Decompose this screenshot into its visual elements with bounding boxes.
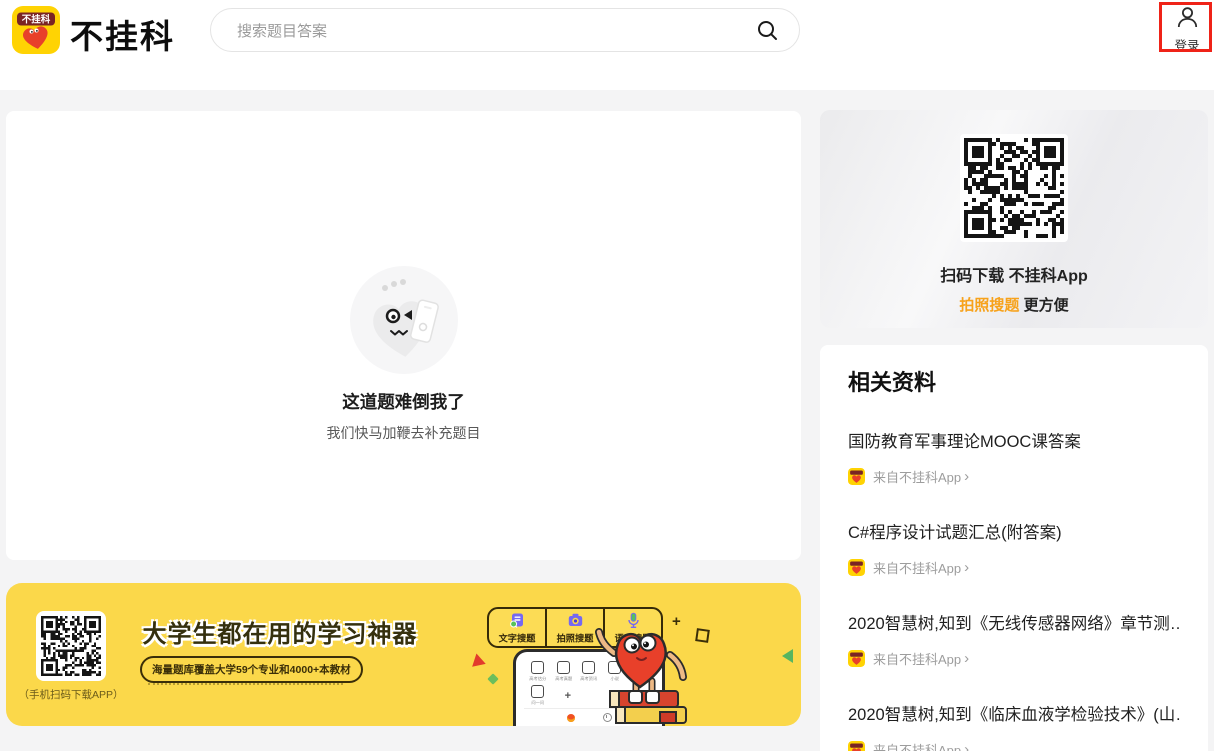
source-link[interactable]: 来自不挂科App › [848, 649, 1180, 668]
add-icon: + [565, 690, 571, 702]
related-item-link[interactable]: 2020智慧树,知到《临床血液学检验技术》(山… [848, 704, 1180, 727]
app-badge-icon [848, 650, 865, 667]
banner-headline: 大学生都在用的学习神器 [130, 614, 430, 649]
empty-state-subtitle: 我们快马加鞭去补充题目 [327, 423, 481, 443]
login-label: 登录 [1164, 35, 1210, 54]
user-icon [1176, 6, 1199, 29]
empty-state-card: 这道题难倒我了 我们快马加鞭去补充题目 [6, 111, 801, 560]
app-badge-icon [848, 741, 865, 751]
source-label: 来自不挂科App [873, 467, 961, 486]
chevron-right-icon: › [964, 470, 969, 483]
dotted-underline [148, 683, 343, 685]
source-link[interactable]: 来自不挂科App › [848, 740, 1180, 751]
source-link[interactable]: 来自不挂科App › [848, 467, 1180, 486]
brand-title[interactable]: 不挂科 [70, 10, 175, 58]
app-label: 问一问 [527, 700, 549, 706]
banner-qr-caption: （手机扫码下载APP） [8, 687, 134, 702]
diamond-decoration [487, 673, 498, 684]
banner-qr-frame [36, 611, 106, 681]
header: 不挂科 不挂科 登录 [0, 0, 1214, 90]
source-label: 来自不挂科App [873, 740, 961, 751]
app-logo-icon: 不挂科 [12, 6, 60, 54]
related-item: C#程序设计试题汇总(附答案) 来自不挂科App › [848, 522, 1180, 577]
related-materials-card: 相关资料 国防教育军事理论MOOC课答案 来自不挂科App › C#程序设计试题… [820, 345, 1208, 751]
text-search-icon [509, 612, 526, 629]
chevron-right-icon: › [964, 743, 969, 751]
app-logo[interactable]: 不挂科 [12, 6, 60, 54]
logo-badge-text: 不挂科 [22, 14, 51, 26]
chevron-right-icon: › [964, 652, 969, 665]
source-link[interactable]: 来自不挂科App › [848, 558, 1180, 577]
page: 不挂科 不挂科 登录 [0, 0, 1214, 751]
app-icon [531, 661, 544, 674]
empty-state-title: 这道题难倒我了 [342, 389, 465, 414]
search-icon[interactable] [756, 19, 779, 42]
triangle-decoration [782, 649, 793, 663]
download-text: 扫码下载 不挂科App [940, 262, 1088, 286]
source-label: 来自不挂科App [873, 558, 961, 577]
banner-pill: 海量题库覆盖大学59个专业和4000+本教材 [140, 656, 363, 683]
related-item-link[interactable]: 2020智慧树,知到《无线传感器网络》章节测… [848, 613, 1180, 636]
app-icon [557, 661, 570, 674]
flame-icon [567, 714, 575, 722]
download-subtext: 拍照搜题 更方便 [959, 294, 1068, 315]
related-materials-title: 相关资料 [848, 369, 1180, 397]
app-badge-icon [848, 468, 865, 485]
feature-text-search: 文字搜题 [489, 609, 545, 646]
app-label: 高考真题 [553, 676, 575, 682]
app-icon [531, 685, 544, 698]
banner-qr-code [41, 616, 101, 676]
plus-decoration: + [672, 613, 681, 630]
more-convenient-text: 更方便 [1019, 297, 1068, 314]
search-input[interactable] [235, 9, 739, 53]
square-decoration [695, 628, 710, 643]
source-label: 来自不挂科App [873, 649, 961, 668]
related-item-link[interactable]: C#程序设计试题汇总(附答案) [848, 522, 1180, 545]
download-qr-code [964, 138, 1064, 238]
login-button[interactable]: 登录 [1164, 6, 1210, 50]
app-badge-icon [848, 559, 865, 576]
app-label: 高考估分 [527, 676, 549, 682]
promo-banner[interactable]: （手机扫码下载APP） 大学生都在用的学习神器 海量题库覆盖大学59个专业和40… [6, 583, 801, 726]
photo-search-highlight: 拍照搜题 [959, 297, 1019, 314]
app-download-card: 扫码下载 不挂科App 拍照搜题 更方便 [820, 110, 1208, 328]
related-item-link[interactable]: 国防教育军事理论MOOC课答案 [848, 431, 1180, 454]
feature-label: 文字搜题 [499, 631, 536, 645]
chevron-right-icon: › [964, 561, 969, 574]
search-bar [210, 8, 800, 52]
related-item: 2020智慧树,知到《临床血液学检验技术》(山… 来自不挂科App › [848, 704, 1180, 751]
sad-mascot-illustration [349, 265, 459, 375]
qr-code-frame [960, 134, 1068, 242]
related-item: 2020智慧树,知到《无线传感器网络》章节测… 来自不挂科App › [848, 613, 1180, 668]
related-item: 国防教育军事理论MOOC课答案 来自不挂科App › [848, 431, 1180, 486]
triangle-decoration [472, 653, 488, 670]
